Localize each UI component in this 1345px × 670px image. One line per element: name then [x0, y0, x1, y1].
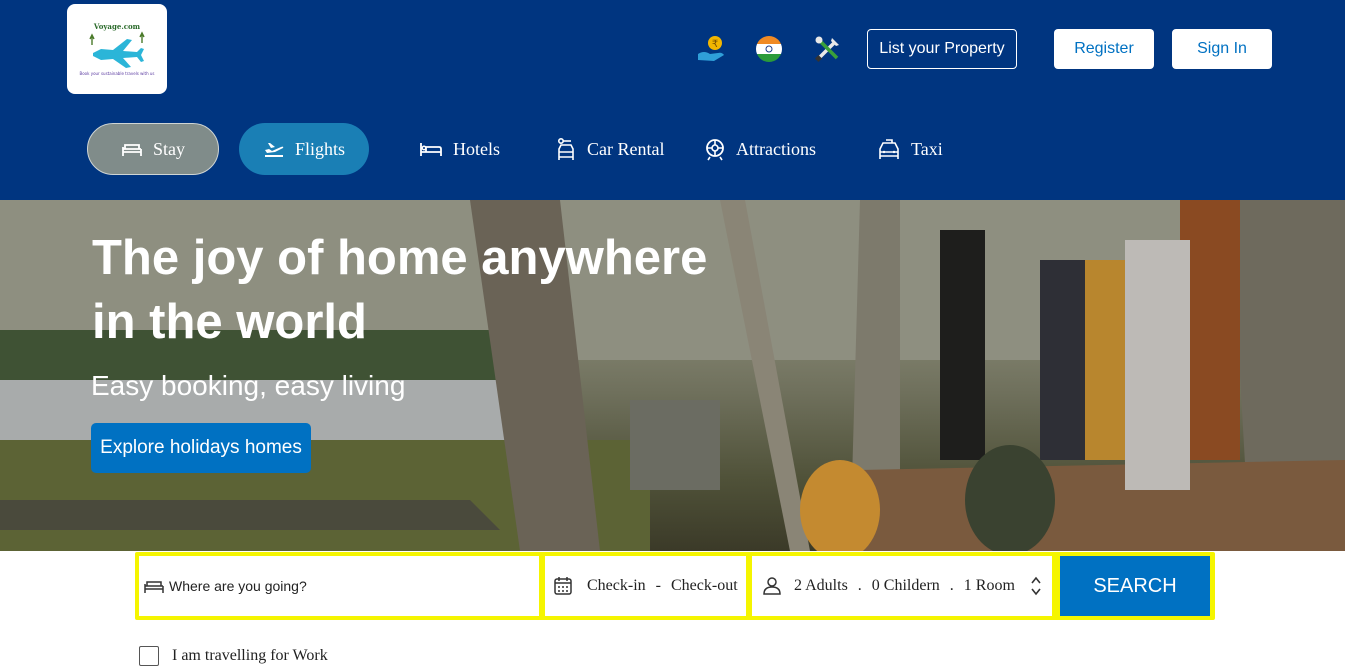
search-button[interactable]: SEARCH [1060, 556, 1210, 616]
rooms-count: 1 Room [963, 577, 1015, 594]
register-button[interactable]: Register [1054, 29, 1154, 69]
nav-tab-stay-label: Stay [152, 138, 185, 159]
taxi-icon [879, 139, 899, 159]
search-bar: Check-in - Check-out 2 Adults . 0 Childe… [135, 552, 1215, 620]
car-rental-icon [557, 137, 574, 160]
hero-subtitle: Easy booking, easy living [91, 370, 406, 401]
guests-rooms-field[interactable]: 2 Adults . 0 Childern . 1 Room [752, 556, 1052, 616]
nav-tab-hotels-label: Hotels [453, 138, 500, 159]
nav-tab-attractions-label: Attractions [736, 138, 816, 159]
chevron-up-down-icon[interactable] [1029, 574, 1043, 598]
nav-tab-flights-label: Flights [294, 138, 346, 159]
destination-field[interactable] [139, 556, 539, 616]
nav-tab-flights[interactable]: Flights [239, 123, 369, 175]
work-travel-option[interactable]: I am travelling for Work [139, 646, 328, 666]
tools-icon[interactable] [812, 33, 844, 65]
explore-holiday-homes-button[interactable]: Explore holidays homes [91, 423, 311, 473]
person-icon [763, 577, 781, 595]
nav-tab-attractions[interactable]: Attractions [704, 123, 816, 175]
calendar-icon [554, 577, 572, 595]
nav-tab-taxi-label: Taxi [911, 138, 943, 159]
bed-icon [144, 581, 164, 593]
logo-brand-text: Voyage.com [93, 22, 141, 31]
svg-text:₹: ₹ [712, 39, 718, 50]
nav-tab-car-rental[interactable]: Car Rental [555, 123, 664, 175]
hero-title: The joy of home anywhere in the world [92, 231, 708, 349]
sign-in-button[interactable]: Sign In [1172, 29, 1272, 69]
work-travel-label: I am travelling for Work [172, 647, 328, 664]
nav-tab-taxi[interactable]: Taxi [877, 123, 943, 175]
list-property-button[interactable]: List your Property [867, 29, 1017, 69]
check-in-label: Check-in [587, 577, 646, 594]
nav-tab-car-rental-label: Car Rental [587, 138, 665, 159]
airplane-logo-icon [89, 31, 145, 68]
site-logo[interactable]: Voyage.com Book your sustainable travels… [67, 4, 167, 94]
adults-count: 2 Adults [794, 577, 848, 594]
currency-icon[interactable]: ₹ [695, 33, 727, 65]
check-out-label: Check-out [670, 577, 738, 594]
nav-tab-stay[interactable]: Stay [87, 123, 219, 175]
guest-separator: . [949, 577, 954, 594]
work-travel-checkbox[interactable] [139, 646, 159, 666]
plane-icon [264, 143, 284, 157]
nav-tab-hotels[interactable]: Hotels [419, 123, 500, 175]
children-count: 0 Childern [871, 577, 940, 594]
logo-tagline: Book your sustainable travels with us [79, 71, 155, 76]
header-bar: Voyage.com Book your sustainable travels… [0, 0, 1345, 200]
date-range-field[interactable]: Check-in - Check-out [545, 556, 746, 616]
attractions-icon [706, 139, 724, 161]
date-separator: - [655, 577, 661, 594]
guest-separator: . [857, 577, 862, 594]
hotel-bed-icon [420, 143, 442, 156]
bed-icon [122, 144, 142, 156]
india-flag-icon[interactable] [753, 33, 785, 65]
destination-input[interactable] [169, 578, 529, 594]
